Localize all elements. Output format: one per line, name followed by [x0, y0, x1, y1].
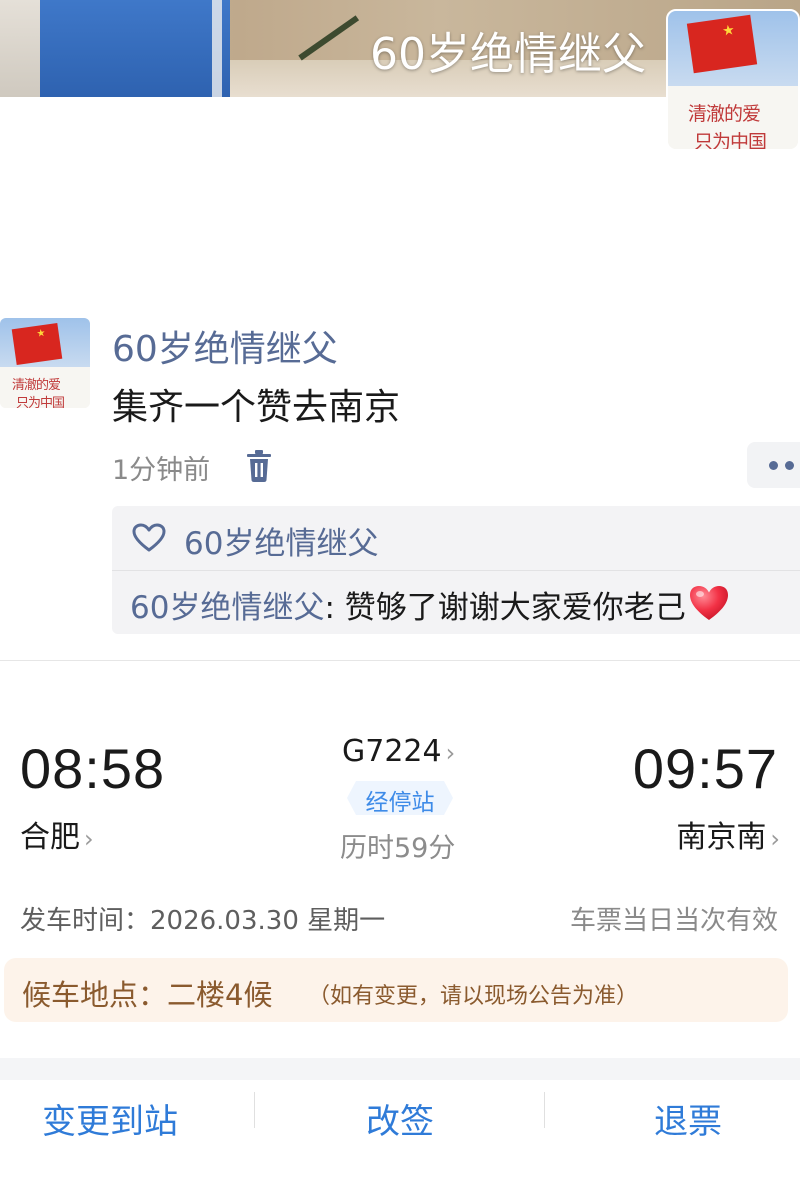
avatar-handwriting: 清澈的爱 — [12, 378, 61, 393]
flag-icon: ★ — [686, 14, 758, 74]
departure-station[interactable]: 合肥 › — [20, 812, 94, 856]
action-divider — [544, 1092, 545, 1128]
post-author-name[interactable]: 60岁绝情继父 — [112, 320, 338, 372]
likes-row: 60岁绝情继父 — [112, 506, 800, 571]
waiting-area-label: 候车地点：二楼4候 — [22, 978, 273, 1012]
chevron-right-icon: › — [84, 825, 94, 853]
trip-duration: 历时59分 — [340, 833, 456, 864]
arrival-time: 09:57 — [632, 737, 778, 800]
refund-button[interactable]: 退票 — [560, 1092, 800, 1152]
ticket-action-bar: 变更到站 改签 退票 — [0, 1080, 800, 1200]
change-destination-button[interactable]: 变更到站 — [0, 1092, 220, 1152]
waiting-area-note: （如有变更，请以现场公告为准） — [308, 984, 639, 1009]
post-author-avatar[interactable]: ★ 清澈的爱 只为中国 — [0, 318, 90, 408]
stops-button[interactable]: 经停站 — [346, 780, 454, 816]
rebook-button[interactable]: 改签 — [270, 1092, 530, 1152]
more-actions-button[interactable] — [747, 442, 800, 488]
post-text: 集齐一个赞去南京 — [112, 387, 401, 428]
cover-photo-stick — [298, 15, 360, 61]
avatar-handwriting-2: 只为中国 — [16, 396, 65, 408]
flag-icon: ★ — [11, 322, 63, 366]
post-timestamp: 1分钟前 — [112, 455, 211, 486]
cover-photo-strap — [212, 0, 222, 97]
comment-author[interactable]: 60岁绝情继父 — [130, 590, 324, 626]
profile-avatar[interactable]: ★ 清澈的爱 只为中国 — [666, 9, 800, 151]
comment-text: 赞够了谢谢大家爱你老己 — [344, 590, 686, 626]
train-number-text: G7224 — [342, 734, 442, 769]
cover-photo-left — [0, 0, 40, 97]
comment-separator: : — [324, 590, 345, 626]
chevron-right-icon: › — [445, 739, 456, 767]
like-user-name[interactable]: 60岁绝情继父 — [184, 518, 378, 563]
departure-date: 发车时间：2026.03.30 星期一 — [20, 906, 386, 936]
section-gap — [0, 1058, 800, 1080]
action-divider — [254, 1092, 255, 1128]
waiting-area-box: 候车地点：二楼4候 （如有变更，请以现场公告为准） — [4, 958, 788, 1022]
section-divider — [0, 660, 800, 661]
avatar-handwriting: 清澈的爱 — [688, 103, 761, 125]
avatar-handwriting-2: 只为中国 — [694, 131, 767, 151]
stops-label: 经停站 — [365, 790, 435, 816]
like-heart-icon — [132, 523, 166, 557]
more-dot-icon — [769, 461, 778, 470]
departure-station-name: 合肥 — [20, 820, 80, 855]
arrival-station[interactable]: 南京南 › — [676, 812, 780, 856]
arrival-station-name: 南京南 — [676, 820, 767, 855]
more-dot-icon — [785, 461, 794, 470]
comment-item[interactable]: 60岁绝情继父: 赞够了谢谢大家爱你老己 — [130, 582, 730, 630]
chevron-right-icon: › — [770, 825, 780, 853]
cover-username: 60岁绝情继父 — [370, 29, 646, 80]
train-number[interactable]: G7224 › — [342, 734, 455, 769]
likes-comments-box: 60岁绝情继父 60岁绝情继父: 赞够了谢谢大家爱你老己 — [112, 506, 800, 634]
ticket-validity: 车票当日当次有效 — [569, 906, 778, 936]
delete-icon[interactable] — [242, 448, 276, 484]
red-heart-emoji-icon — [688, 584, 730, 630]
departure-time: 08:58 — [20, 737, 166, 800]
